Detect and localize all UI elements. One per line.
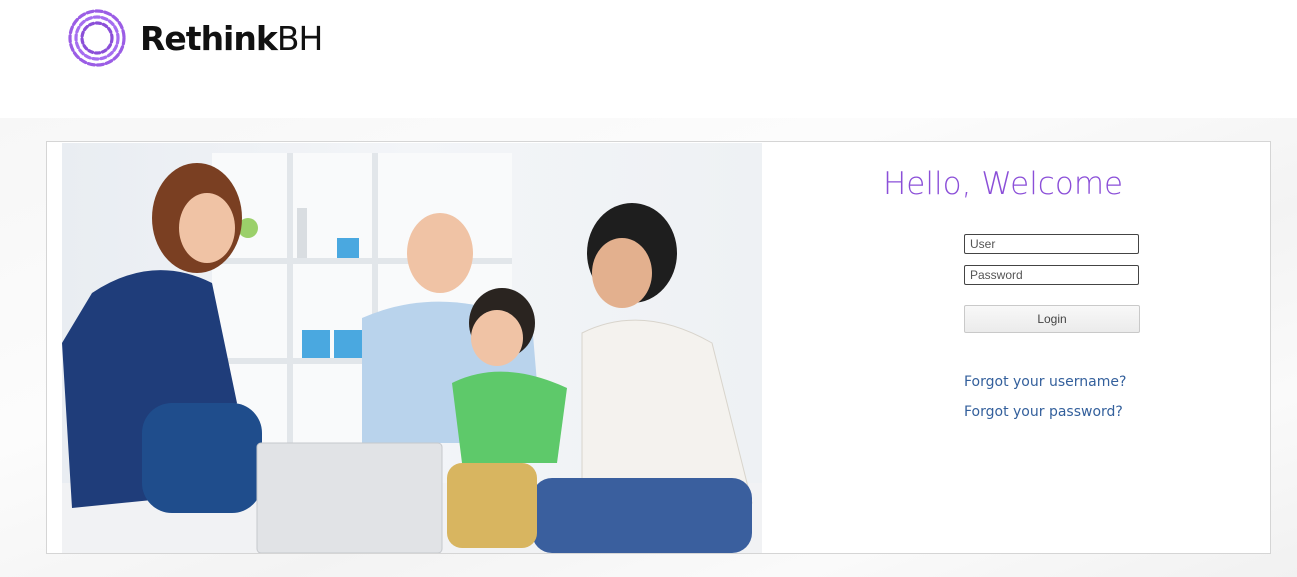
password-input[interactable] [964, 265, 1139, 285]
family-photo-illustration [62, 153, 762, 553]
header: RethinkBH [0, 0, 1297, 118]
brand-name-thin: BH [276, 18, 323, 58]
username-input[interactable] [964, 234, 1139, 254]
forgot-password-link[interactable]: Forgot your password? [964, 404, 1123, 420]
brand-name: RethinkBH [140, 18, 323, 58]
login-card: Hello, Welcome Login Forgot your usernam… [46, 141, 1271, 554]
rethink-logo-icon [68, 9, 126, 67]
forgot-username-link[interactable]: Forgot your username? [964, 374, 1126, 390]
brand-name-bold: Rethink [140, 18, 278, 58]
welcome-heading: Hello, Welcome [883, 166, 1124, 202]
family-photo [62, 143, 762, 553]
login-button[interactable]: Login [964, 305, 1140, 333]
brand-logo[interactable]: RethinkBH [66, 7, 323, 69]
